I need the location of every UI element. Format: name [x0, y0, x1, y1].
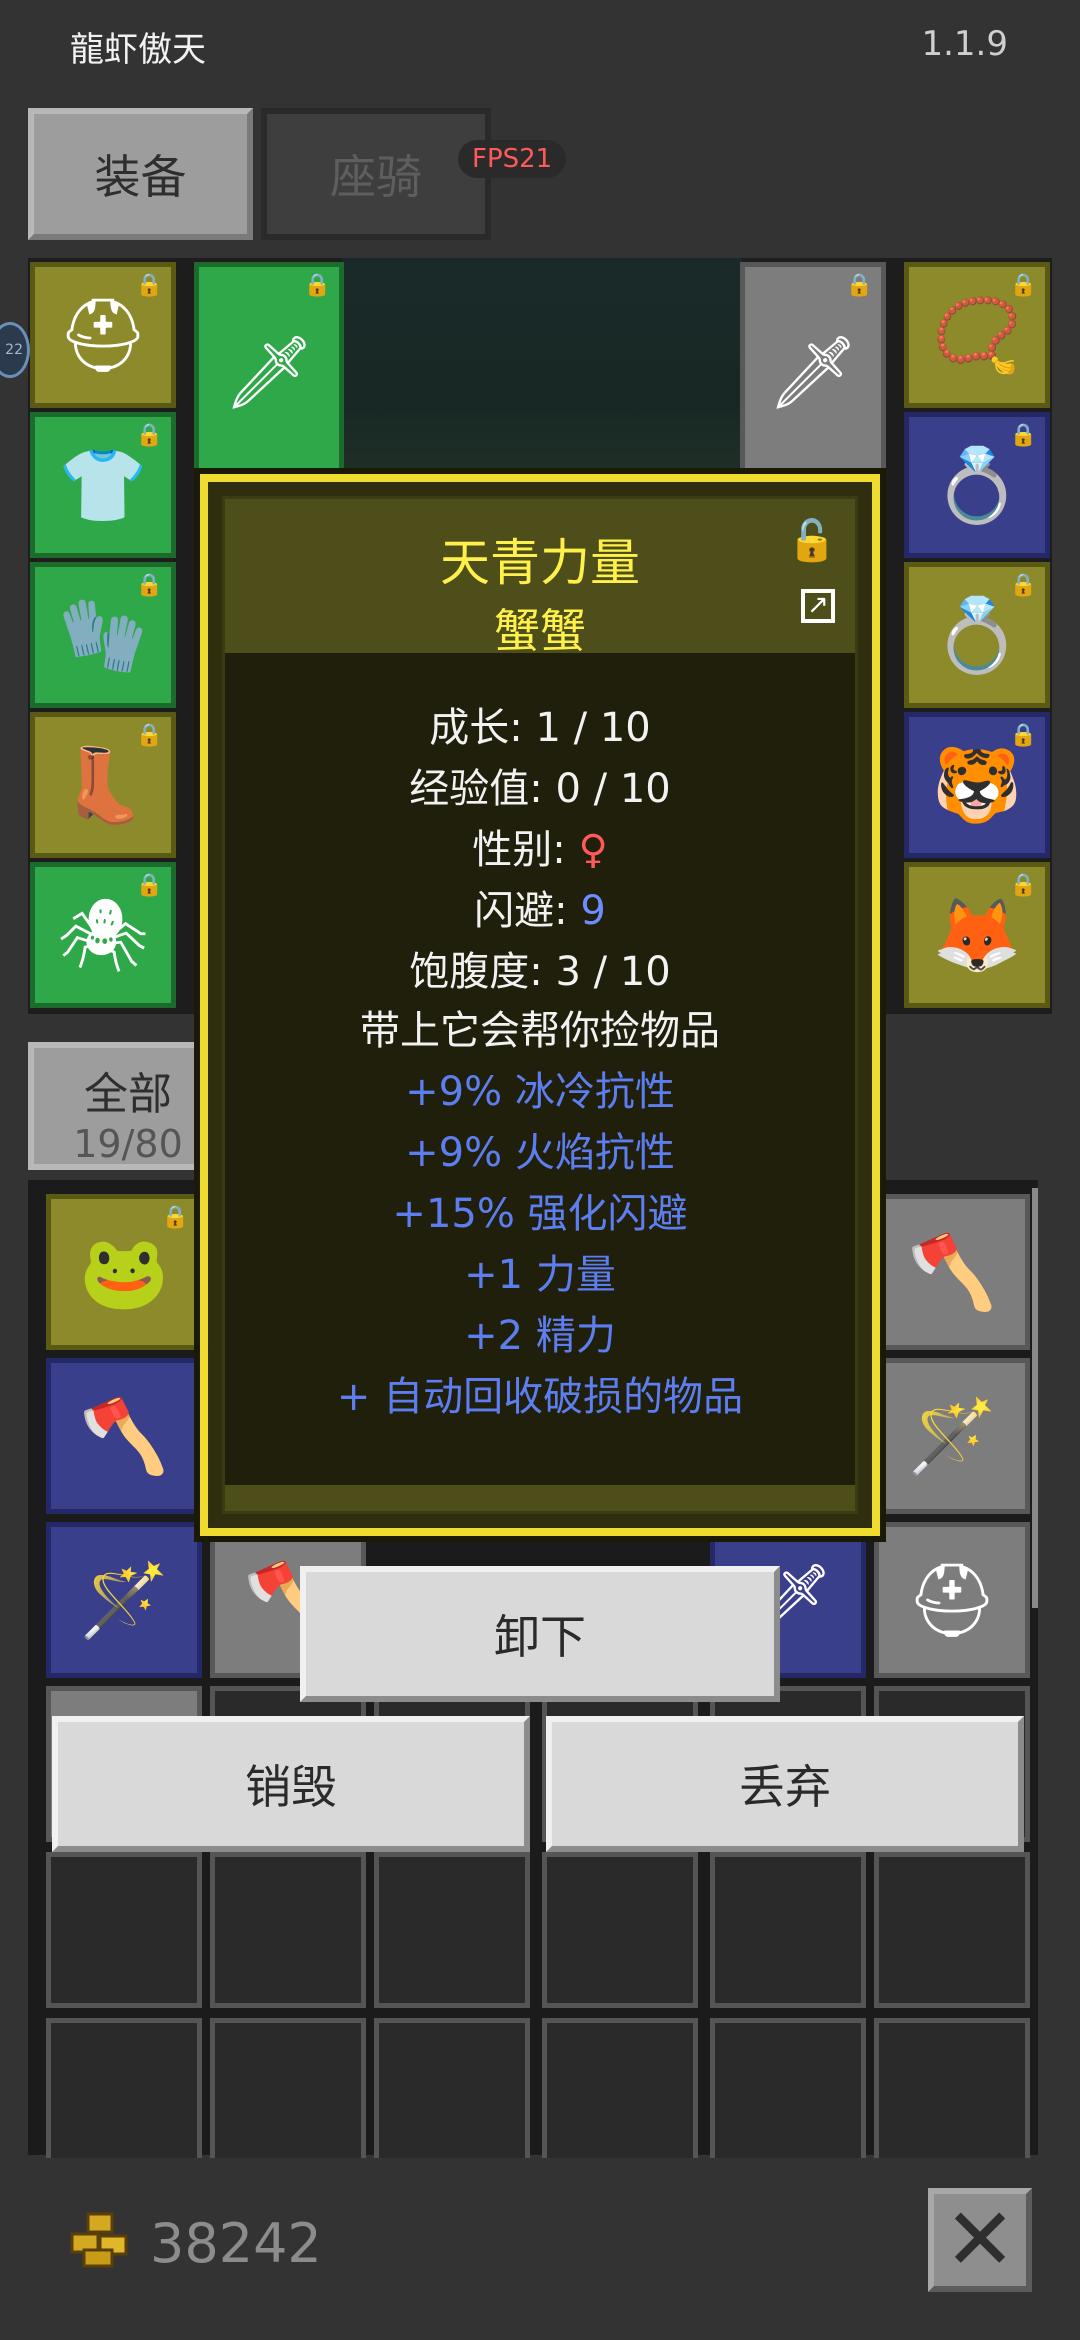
equip-slot-boots[interactable]: 🔒 👢 — [30, 712, 176, 858]
gold-coins-icon — [70, 2212, 128, 2268]
tab-equipment[interactable]: 装备 — [28, 108, 253, 240]
inventory-slot[interactable] — [374, 2018, 530, 2158]
gloves-icon: 🧤 — [58, 592, 148, 677]
inventory-slot[interactable]: ⛑ — [874, 1522, 1030, 1678]
lock-icon: 🔒 — [1009, 573, 1037, 598]
item-name: 天青力量 — [440, 534, 640, 592]
helmet-icon: ⛑ — [57, 292, 149, 377]
spear-icon: 🪄 — [79, 1557, 169, 1642]
ring-icon: 💍 — [932, 592, 1022, 677]
lock-icon: 🔒 — [303, 273, 331, 298]
equip-slot-helmet[interactable]: 🔒 ⛑ — [30, 262, 176, 408]
dialog-footer — [225, 1485, 855, 1511]
inventory-count: 19/80 — [73, 1122, 183, 1166]
inventory-slot[interactable] — [46, 1852, 202, 2008]
lock-icon: 🔒 — [135, 873, 163, 898]
equip-slot-ring-1[interactable]: 🔒 💍 — [904, 412, 1050, 558]
item-detail-dialog: 天青力量 蟹蟹 🔓 ↗ 成长: 1 / 10 经验值: 0 / 10 性别: ♀… — [200, 474, 880, 1536]
inventory-slot[interactable] — [374, 1852, 530, 2008]
inventory-slot[interactable] — [210, 1852, 366, 2008]
inventory-slot[interactable] — [542, 1852, 698, 2008]
gold-amount: 38242 — [150, 2212, 322, 2275]
inventory-slot[interactable] — [710, 1852, 866, 2008]
filter-label: 全部 — [84, 1069, 172, 1120]
filter-tab-all[interactable]: 全部 19/80 — [28, 1042, 228, 1170]
equip-slot-amulet[interactable]: 🔒 📿 — [904, 262, 1050, 408]
inventory-slot[interactable]: 🪄 — [874, 1358, 1030, 1514]
inventory-slot[interactable]: 🪄 — [46, 1522, 202, 1678]
inventory-scrollbar[interactable] — [1032, 1188, 1038, 1608]
bonus-enhanced-dodge: +15% 强化闪避 — [392, 1191, 688, 1237]
close-button[interactable]: ✕ — [928, 2188, 1032, 2292]
stat-growth: 成长: 1 / 10 — [429, 705, 651, 751]
sword-icon: 🗡 — [223, 329, 315, 414]
equip-slot-pet-2[interactable]: 🔒 🦊 — [904, 862, 1050, 1008]
inventory-slot[interactable]: 🔒 🐸 — [46, 1194, 202, 1350]
drop-button[interactable]: 丢弃 — [546, 1716, 1024, 1852]
dialog-body: 天青力量 蟹蟹 🔓 ↗ 成长: 1 / 10 经验值: 0 / 10 性别: ♀… — [222, 496, 858, 1514]
fps-counter: FPS21 — [458, 140, 567, 178]
equip-slot-armor[interactable]: 🔒 👕 — [30, 412, 176, 558]
inventory-slot[interactable]: 🪓 — [46, 1358, 202, 1514]
lock-icon: 🔒 — [135, 573, 163, 598]
bonus-energy: +2 精力 — [464, 1313, 616, 1359]
pet-icon: 🦊 — [932, 892, 1022, 977]
bonus-auto-recycle: + 自动回收破损的物品 — [336, 1374, 744, 1420]
app-title: 龍虾傲天 — [70, 30, 206, 70]
inventory-slot[interactable] — [874, 2018, 1030, 2158]
bonus-fire-resist: +9% 火焰抗性 — [405, 1130, 675, 1176]
version-label: 1.1.9 — [921, 24, 1008, 64]
lock-icon: 🔒 — [1009, 273, 1037, 298]
stat-experience: 经验值: 0 / 10 — [409, 766, 671, 812]
axe-icon: 🪓 — [79, 1393, 169, 1478]
equip-slot-gloves[interactable]: 🔒 🧤 — [30, 562, 176, 708]
equip-slot-pet-1[interactable]: 🔒 🐯 — [904, 712, 1050, 858]
inventory-slot[interactable]: 🪓 — [874, 1194, 1030, 1350]
inventory-slot[interactable] — [874, 1852, 1030, 2008]
female-icon: ♀ — [578, 827, 608, 873]
pet-icon: 🐯 — [932, 742, 1022, 827]
sword-icon: 🗡 — [767, 329, 859, 414]
destroy-button[interactable]: 销毁 — [52, 1716, 530, 1852]
armor-icon: 👕 — [58, 442, 148, 527]
bonus-cold-resist: +9% 冰冷抗性 — [405, 1069, 675, 1115]
bonus-strength: +1 力量 — [464, 1252, 616, 1298]
belt-icon: 🕷 — [57, 892, 149, 977]
equip-slot-weapon[interactable]: 🔒 🗡 — [194, 262, 344, 482]
stat-satiety: 饱腹度: 3 / 10 — [409, 949, 671, 995]
boots-icon: 👢 — [58, 742, 148, 827]
stat-dodge: 闪避: 9 — [474, 888, 606, 934]
ring-icon: 💍 — [932, 442, 1022, 527]
lock-icon: 🔒 — [1009, 423, 1037, 448]
inventory-slot[interactable] — [542, 2018, 698, 2158]
tab-mount[interactable]: 座骑 — [261, 108, 491, 240]
inventory-slot[interactable] — [210, 2018, 366, 2158]
lock-icon: 🔒 — [845, 273, 873, 298]
amulet-icon: 📿 — [932, 292, 1022, 377]
lock-icon: 🔒 — [1009, 723, 1037, 748]
lock-icon: 🔒 — [135, 273, 163, 298]
equip-slot-offhand[interactable]: 🔒 🗡 — [740, 262, 886, 482]
character-preview — [342, 258, 742, 508]
equip-slot-belt[interactable]: 🔒 🕷 — [30, 862, 176, 1008]
lock-toggle-icon[interactable]: 🔓 — [787, 517, 837, 564]
item-type: 蟹蟹 — [494, 604, 586, 658]
unequip-button[interactable]: 卸下 — [300, 1566, 780, 1702]
inventory-slot[interactable] — [710, 2018, 866, 2158]
stat-gender: 性别: ♀ — [472, 827, 608, 873]
lock-icon: 🔒 — [135, 723, 163, 748]
axe-icon: 🪓 — [907, 1229, 997, 1314]
close-icon: ✕ — [943, 2190, 1017, 2290]
share-icon[interactable]: ↗ — [801, 589, 835, 623]
helmet-icon: ⛑ — [906, 1557, 998, 1642]
side-level-badge[interactable]: 22 — [0, 322, 30, 378]
equip-slot-ring-2[interactable]: 🔒 💍 — [904, 562, 1050, 708]
spear-icon: 🪄 — [907, 1393, 997, 1478]
lock-icon: 🔒 — [1009, 873, 1037, 898]
pet-icon: 🐸 — [79, 1229, 169, 1314]
lock-icon: 🔒 — [135, 423, 163, 448]
inventory-slot[interactable] — [46, 2018, 202, 2158]
lock-icon: 🔒 — [161, 1205, 189, 1230]
item-description: 带上它会帮你捡物品 — [360, 1008, 720, 1054]
